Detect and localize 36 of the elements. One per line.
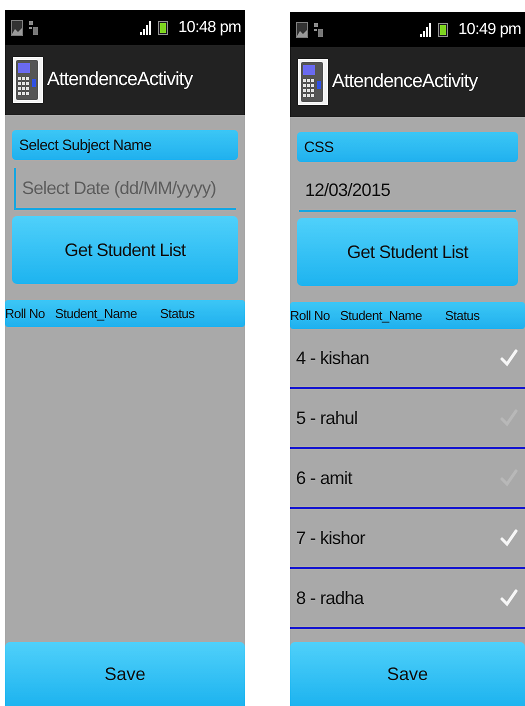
column-header: Student_Name	[55, 306, 138, 321]
student-row[interactable]: 7 - kishor	[290, 509, 525, 569]
picture-icon	[11, 20, 23, 36]
subject-spinner[interactable]: CSS	[297, 132, 518, 162]
student-name: 7 - kishor	[296, 528, 366, 548]
attendance-device-icon	[298, 59, 328, 105]
student-name: 8 - radha	[296, 588, 364, 608]
student-name: 5 - rahul	[296, 408, 358, 428]
clock-time: 10:49 pm	[458, 20, 521, 38]
get-student-list-button[interactable]: Get Student List	[12, 216, 238, 284]
student-row[interactable]: 6 - amit	[290, 449, 525, 509]
student-name: 4 - kishan	[296, 348, 370, 368]
student-name: 6 - amit	[296, 468, 352, 488]
student-row[interactable]: 8 - radha	[290, 569, 525, 629]
signal-icon	[420, 22, 432, 36]
student-row[interactable]: 5 - rahul	[290, 389, 525, 449]
column-header: Status	[445, 308, 480, 323]
save-button[interactable]: Save	[290, 642, 525, 706]
picture-icon	[296, 22, 308, 38]
signal-icon	[140, 20, 152, 34]
get-student-list-button[interactable]: Get Student List	[297, 218, 518, 286]
save-button[interactable]: Save	[5, 642, 245, 706]
battery-icon	[438, 22, 448, 36]
attendance-device-icon	[13, 57, 43, 103]
screen-title: AttendenceActivity	[47, 69, 193, 91]
subject-spinner[interactable]: Select Subject Name	[12, 130, 238, 160]
clock-time: 10:48 pm	[178, 18, 241, 36]
date-input-field[interactable]: Select Date (dd/MM/yyyy)	[14, 168, 236, 210]
column-header: Roll No	[5, 306, 46, 321]
column-header: Status	[160, 306, 196, 321]
student-row[interactable]: 4 - kishan	[290, 329, 525, 389]
battery-icon	[158, 20, 168, 34]
screen-title: AttendenceActivity	[332, 71, 478, 93]
date-input-field[interactable]: 12/03/2015	[299, 170, 516, 212]
column-header: Student_Name	[340, 308, 423, 323]
column-header: Roll No	[290, 308, 331, 323]
